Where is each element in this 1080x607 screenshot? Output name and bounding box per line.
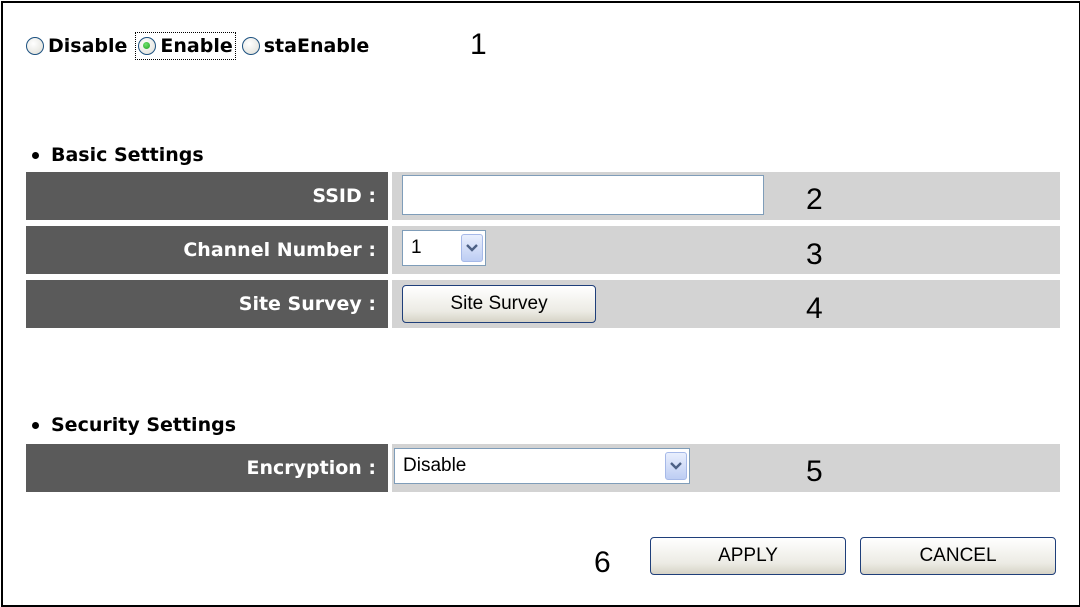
cancel-button[interactable]: CANCEL	[860, 537, 1056, 575]
site-survey-label: Site Survey :	[26, 280, 388, 328]
annotation-2: 2	[806, 183, 823, 216]
apply-button[interactable]: APPLY	[650, 537, 846, 575]
staenable-radio-label[interactable]: staEnable	[264, 35, 370, 57]
channel-row: Channel Number : 1	[26, 226, 1060, 274]
ssid-label: SSID :	[26, 172, 388, 220]
annotation-6: 6	[594, 546, 611, 579]
encryption-select-value: Disable	[403, 455, 467, 476]
encryption-value-cell: Disable	[392, 444, 1060, 492]
staenable-radio[interactable]	[241, 37, 260, 55]
disable-radio[interactable]	[26, 37, 44, 55]
site-survey-button[interactable]: Site Survey	[402, 285, 596, 323]
enable-radio-focus[interactable]: Enable	[135, 32, 236, 60]
disable-radio-label[interactable]: Disable	[48, 35, 127, 57]
chevron-down-icon[interactable]	[665, 452, 687, 480]
ssid-row: SSID :	[26, 172, 1060, 220]
chevron-down-icon[interactable]	[461, 234, 483, 262]
ssid-value-cell	[392, 172, 1060, 220]
enable-radio[interactable]	[138, 37, 157, 55]
encryption-select[interactable]: Disable	[394, 448, 690, 484]
ssid-input[interactable]	[402, 175, 764, 215]
annotation-1: 1	[470, 28, 487, 61]
mode-radio-group: Disable Enable staEnable	[26, 30, 373, 62]
security-settings-heading: Security Settings	[28, 414, 236, 436]
channel-select-value: 1	[411, 237, 422, 258]
encryption-row: Encryption : Disable	[26, 444, 1060, 492]
security-settings-title: Security Settings	[51, 414, 237, 436]
channel-label: Channel Number :	[26, 226, 388, 274]
bullet-icon	[32, 151, 39, 159]
channel-value-cell: 1	[392, 226, 1060, 274]
annotation-3: 3	[806, 238, 823, 271]
annotation-4: 4	[806, 292, 823, 325]
bullet-icon	[32, 421, 39, 429]
channel-select[interactable]: 1	[402, 230, 486, 266]
encryption-label: Encryption :	[26, 444, 388, 492]
basic-settings-heading: Basic Settings	[28, 144, 204, 166]
annotation-5: 5	[806, 455, 823, 488]
enable-radio-label[interactable]: Enable	[160, 35, 232, 57]
basic-settings-title: Basic Settings	[51, 144, 204, 166]
